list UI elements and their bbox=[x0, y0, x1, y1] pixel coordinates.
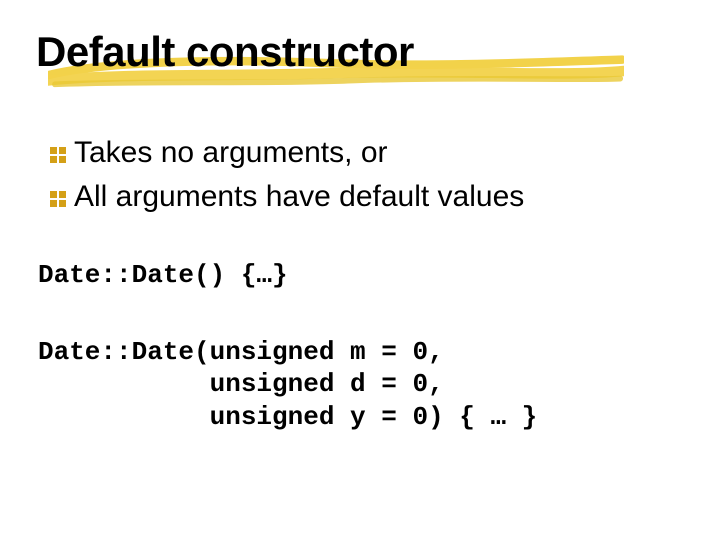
bullet-text: Takes no arguments, or bbox=[74, 134, 388, 172]
list-item: Takes no arguments, or bbox=[48, 134, 684, 172]
bullet-icon bbox=[48, 189, 68, 209]
code-block: Date::Date() {…} Date::Date(unsigned m =… bbox=[36, 259, 684, 433]
code-line: Date::Date() {…} bbox=[38, 259, 684, 292]
slide: Default constructor Takes no arguments, … bbox=[0, 0, 720, 540]
slide-title: Default constructor bbox=[36, 28, 414, 76]
list-item: All arguments have default values bbox=[48, 178, 684, 216]
title-wrap: Default constructor bbox=[36, 28, 414, 76]
code-line: Date::Date(unsigned m = 0, bbox=[38, 336, 684, 369]
bullet-text: All arguments have default values bbox=[74, 178, 524, 216]
bullet-icon bbox=[48, 145, 68, 165]
code-line: unsigned y = 0) { … } bbox=[38, 401, 684, 434]
code-line: unsigned d = 0, bbox=[38, 368, 684, 401]
bullet-list: Takes no arguments, or All arguments hav… bbox=[36, 134, 684, 215]
